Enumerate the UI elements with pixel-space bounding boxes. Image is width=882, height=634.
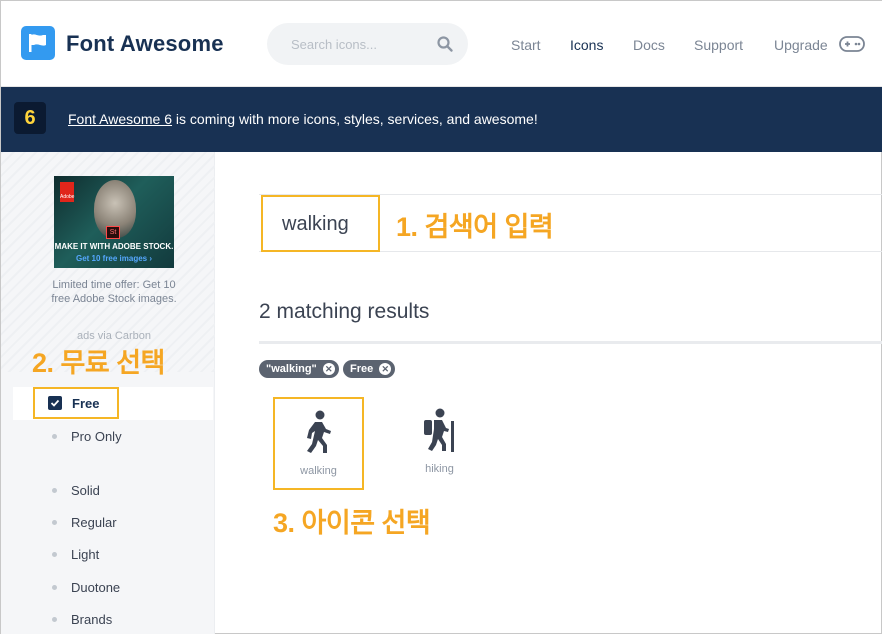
- icon-result-hiking[interactable]: hiking: [394, 397, 485, 490]
- bullet: [52, 552, 57, 557]
- chip-free[interactable]: Free ✕: [343, 360, 396, 378]
- ad-headline: MAKE IT WITH ADOBE STOCK.: [54, 242, 174, 251]
- chip-query-label: "walking": [266, 363, 317, 375]
- filter-regular[interactable]: Regular: [71, 515, 117, 530]
- chip-free-label: Free: [350, 363, 374, 375]
- results-count: 2 matching results: [259, 300, 430, 323]
- bullet: [52, 520, 57, 525]
- banner-message: is coming with more icons, styles, servi…: [172, 111, 538, 127]
- filter-pro-only[interactable]: Pro Only: [71, 429, 122, 444]
- search-placeholder: Search icons...: [291, 37, 377, 52]
- filter-sidebar: Adobe St MAKE IT WITH ADOBE STOCK. Get 1…: [1, 152, 215, 634]
- nav-upgrade[interactable]: Upgrade: [774, 37, 828, 53]
- banner-link[interactable]: Font Awesome 6: [68, 111, 172, 127]
- banner-text: Font Awesome 6 is coming with more icons…: [68, 111, 538, 127]
- close-icon[interactable]: ✕: [379, 363, 392, 375]
- bullet: [52, 488, 57, 493]
- icon-label-hiking: hiking: [425, 463, 454, 475]
- stock-logo: St: [106, 226, 120, 239]
- walking-icon: [307, 410, 331, 453]
- ad-caption[interactable]: Limited time offer: Get 10 free Adobe St…: [45, 278, 183, 306]
- filter-free-label[interactable]: Free: [72, 396, 99, 411]
- search-input[interactable]: Search icons...: [267, 23, 468, 65]
- icon-label-walking: walking: [300, 465, 337, 477]
- announcement-banner: 6 Font Awesome 6 is coming with more ico…: [1, 87, 882, 152]
- search-icon[interactable]: [436, 35, 454, 53]
- ad-image[interactable]: Adobe St MAKE IT WITH ADOBE STOCK. Get 1…: [54, 176, 174, 268]
- nav-icons[interactable]: Icons: [570, 37, 603, 53]
- filter-light[interactable]: Light: [71, 547, 99, 562]
- annotation-step-3: 3. 아이콘 선택: [273, 508, 431, 538]
- bullet: [52, 617, 57, 622]
- nav-docs[interactable]: Docs: [633, 37, 665, 53]
- checkbox-free[interactable]: [48, 396, 62, 410]
- ad-cta: Get 10 free images ›: [75, 254, 153, 263]
- gamepad-icon[interactable]: [839, 36, 865, 52]
- flag-logo-icon[interactable]: [21, 26, 55, 60]
- nav-support[interactable]: Support: [694, 37, 743, 53]
- annotation-step-2: 2. 무료 선택: [32, 348, 165, 378]
- top-header: Font Awesome Search icons... Start Icons…: [1, 1, 882, 87]
- annotation-step-1: 1. 검색어 입력: [396, 212, 554, 242]
- icon-result-walking[interactable]: walking: [273, 397, 364, 490]
- hiking-icon: [424, 408, 454, 452]
- close-icon[interactable]: ✕: [322, 363, 335, 375]
- chip-query[interactable]: "walking" ✕: [259, 360, 339, 378]
- logo-text[interactable]: Font Awesome: [66, 31, 224, 57]
- nav-start[interactable]: Start: [511, 37, 541, 53]
- bullet: [52, 585, 57, 590]
- adobe-logo: Adobe: [60, 182, 74, 202]
- version-badge: 6: [14, 102, 46, 134]
- bullet: [52, 434, 57, 439]
- filter-duotone[interactable]: Duotone: [71, 580, 120, 595]
- filter-solid[interactable]: Solid: [71, 483, 100, 498]
- filter-brands[interactable]: Brands: [71, 612, 112, 627]
- search-query-value[interactable]: walking: [282, 213, 349, 236]
- divider: [259, 341, 882, 344]
